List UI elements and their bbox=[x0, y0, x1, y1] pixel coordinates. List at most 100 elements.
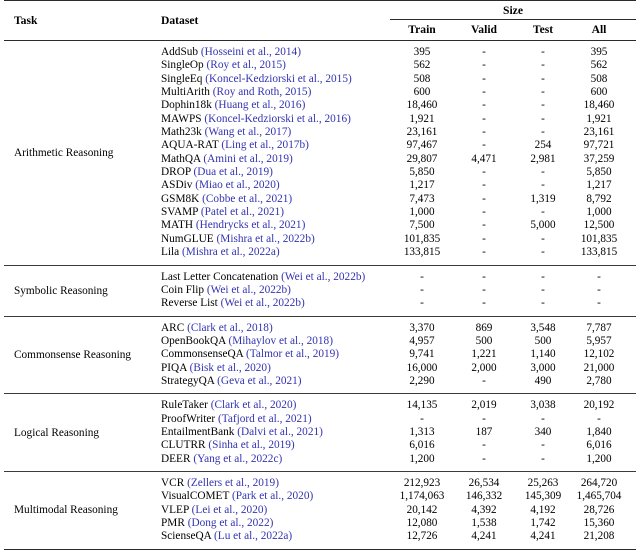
header-dataset: Dataset bbox=[161, 14, 199, 27]
task-label: Multimodal Reasoning bbox=[14, 504, 118, 517]
citation-link[interactable]: (Wei et al., 2022b) bbox=[281, 271, 365, 283]
valid-value: - bbox=[482, 206, 486, 219]
citation-link[interactable]: (Dua et al., 2019) bbox=[194, 166, 273, 178]
citation-link[interactable]: (Hendrycks et al., 2021) bbox=[196, 219, 305, 231]
test-value: - bbox=[541, 72, 545, 85]
all-value: 562 bbox=[590, 59, 608, 72]
all-value: 12,500 bbox=[583, 219, 615, 232]
train-value: - bbox=[420, 283, 424, 296]
citation-link[interactable]: (Geva et al., 2021) bbox=[217, 375, 301, 387]
citation-link[interactable]: (Koncel-Kedziorski et al., 2016) bbox=[204, 113, 351, 125]
dataset-name-cell: AQUA-RAT (Ling et al., 2017b) bbox=[152, 139, 390, 152]
valid-value: 2,000 bbox=[471, 361, 497, 374]
dataset-name: ASDiv bbox=[161, 179, 193, 192]
citation-link[interactable]: (Lu et al., 2022a) bbox=[214, 530, 292, 542]
train-value: 212,923 bbox=[403, 476, 441, 489]
all-value: 2,780 bbox=[586, 374, 612, 387]
citation-link[interactable]: (Amini et al., 2019) bbox=[203, 153, 292, 165]
test-value: 3,038 bbox=[530, 399, 556, 412]
valid-value: - bbox=[482, 139, 486, 152]
dataset-name-cell: VCR (Zellers et al., 2019) bbox=[152, 477, 390, 490]
valid-value: 4,241 bbox=[471, 530, 497, 543]
citation-link[interactable]: (Wei et al., 2022b) bbox=[221, 297, 305, 309]
citation-link[interactable]: (Park et al., 2020) bbox=[232, 490, 313, 502]
citation-link[interactable]: (Mishra et al., 2022b) bbox=[217, 233, 315, 245]
task-label: Arithmetic Reasoning bbox=[14, 146, 114, 159]
table-row: Multimodal Reasoning VCR (Zellers et al.,… bbox=[4, 476, 636, 516]
citation-link[interactable]: (Dong et al., 2022) bbox=[188, 517, 274, 529]
reasoning-datasets-table: Task Dataset Size Train Valid Test All A… bbox=[4, 0, 636, 550]
bottom-rule bbox=[4, 548, 636, 550]
test-value: - bbox=[541, 439, 545, 452]
dataset-name: ARC bbox=[161, 321, 185, 334]
citation-link[interactable]: (Zellers et al., 2019) bbox=[187, 477, 279, 489]
table-row: Logical Reasoning RuleTaker (Clark et al.… bbox=[4, 399, 636, 438]
citation-link[interactable]: (Roy et al., 2015) bbox=[207, 59, 286, 71]
train-value: 2,290 bbox=[409, 374, 435, 387]
dataset-name: EntailmentBank bbox=[161, 425, 235, 438]
valid-value: - bbox=[482, 99, 486, 112]
valid-value: - bbox=[482, 112, 486, 125]
dataset-name: PMR bbox=[161, 517, 185, 529]
train-value: 9,741 bbox=[409, 348, 435, 361]
citation-link[interactable]: (Mishra et al., 2022a) bbox=[182, 246, 280, 258]
dataset-table-container: Task Dataset Size Train Valid Test All A… bbox=[0, 0, 640, 550]
dataset-name-cell: Lila (Mishra et al., 2022a) bbox=[152, 246, 390, 259]
dataset-name-cell: RuleTaker (Clark et al., 2020) bbox=[152, 399, 390, 412]
all-value: 37,259 bbox=[583, 152, 615, 165]
all-value: 508 bbox=[590, 72, 608, 85]
dataset-name: Math23k bbox=[161, 126, 202, 139]
citation-link[interactable]: (Koncel-Kedziorski et al., 2015) bbox=[205, 73, 352, 85]
citation-link[interactable]: (Bisk et al., 2020) bbox=[190, 362, 271, 374]
all-value: - bbox=[597, 270, 601, 283]
dataset-name-cell: DEER (Yang et al., 2022c) bbox=[152, 453, 390, 466]
citation-link[interactable]: (Mihaylov et al., 2018) bbox=[228, 335, 332, 347]
train-value: 6,016 bbox=[409, 439, 435, 452]
citation-link[interactable]: (Hosseini et al., 2014) bbox=[201, 46, 301, 58]
valid-value: - bbox=[482, 179, 486, 192]
citation-link[interactable]: (Ling et al., 2017b) bbox=[221, 139, 309, 151]
test-value: - bbox=[541, 46, 545, 58]
citation-link[interactable]: (Wang et al., 2017) bbox=[205, 126, 292, 138]
citation-link[interactable]: (Yang et al., 2022c) bbox=[193, 453, 282, 465]
dataset-name-cell: StrategyQA (Geva et al., 2021) bbox=[152, 375, 390, 388]
citation-link[interactable]: (Miao et al., 2020) bbox=[195, 179, 279, 191]
dataset-name: AddSub bbox=[161, 46, 199, 58]
test-value: - bbox=[541, 99, 545, 112]
train-value: 97,467 bbox=[406, 139, 438, 152]
train-value: 7,473 bbox=[409, 192, 435, 205]
header-train: Train bbox=[408, 23, 436, 36]
dataset-name: NumGLUE bbox=[161, 232, 214, 245]
citation-link[interactable]: (Clark et al., 2020) bbox=[211, 399, 297, 411]
header-size-group: Size bbox=[390, 1, 636, 20]
citation-link[interactable]: (Cobbe et al., 2021) bbox=[202, 193, 292, 205]
test-value: - bbox=[541, 246, 545, 259]
citation-link[interactable]: (Sinha et al., 2019) bbox=[208, 439, 294, 451]
valid-value: - bbox=[482, 192, 486, 205]
dataset-name-cell: MAWPS (Koncel-Kedziorski et al., 2016) bbox=[152, 113, 390, 126]
dataset-name: AQUA-RAT bbox=[161, 139, 219, 152]
citation-link[interactable]: (Dalvi et al., 2021) bbox=[237, 426, 323, 438]
dataset-name-cell: PMR (Dong et al., 2022) bbox=[152, 517, 390, 530]
citation-link[interactable]: (Tafjord et al., 2021) bbox=[218, 413, 312, 425]
all-value: 1,465,704 bbox=[576, 490, 622, 503]
citation-link[interactable]: (Talmor et al., 2019) bbox=[246, 348, 339, 360]
train-value: 133,815 bbox=[403, 246, 441, 259]
all-value: 395 bbox=[590, 46, 608, 58]
citation-link[interactable]: (Roy and Roth, 2015) bbox=[213, 86, 312, 98]
citation-link[interactable]: (Clark et al., 2018) bbox=[187, 322, 273, 334]
citation-link[interactable]: (Patel et al., 2021) bbox=[201, 206, 284, 218]
dataset-name: Coin Flip bbox=[161, 283, 205, 296]
table-row: Symbolic Reasoning Last Letter Concatenat… bbox=[4, 270, 636, 297]
train-value: - bbox=[420, 412, 424, 425]
valid-value: - bbox=[482, 439, 486, 452]
citation-link[interactable]: (Lei et al., 2020) bbox=[192, 504, 268, 516]
table-body: Arithmetic Reasoning AddSub (Hosseini et … bbox=[4, 41, 636, 550]
dataset-name: Last Letter Concatenation bbox=[161, 270, 279, 283]
dataset-name: ProofWriter bbox=[161, 412, 216, 425]
valid-value: 1,538 bbox=[471, 517, 497, 529]
citation-link[interactable]: (Wei et al., 2022b) bbox=[207, 284, 291, 296]
citation-link[interactable]: (Huang et al., 2016) bbox=[215, 99, 306, 111]
test-value: 3,548 bbox=[530, 321, 556, 334]
train-value: 1,217 bbox=[409, 179, 435, 192]
